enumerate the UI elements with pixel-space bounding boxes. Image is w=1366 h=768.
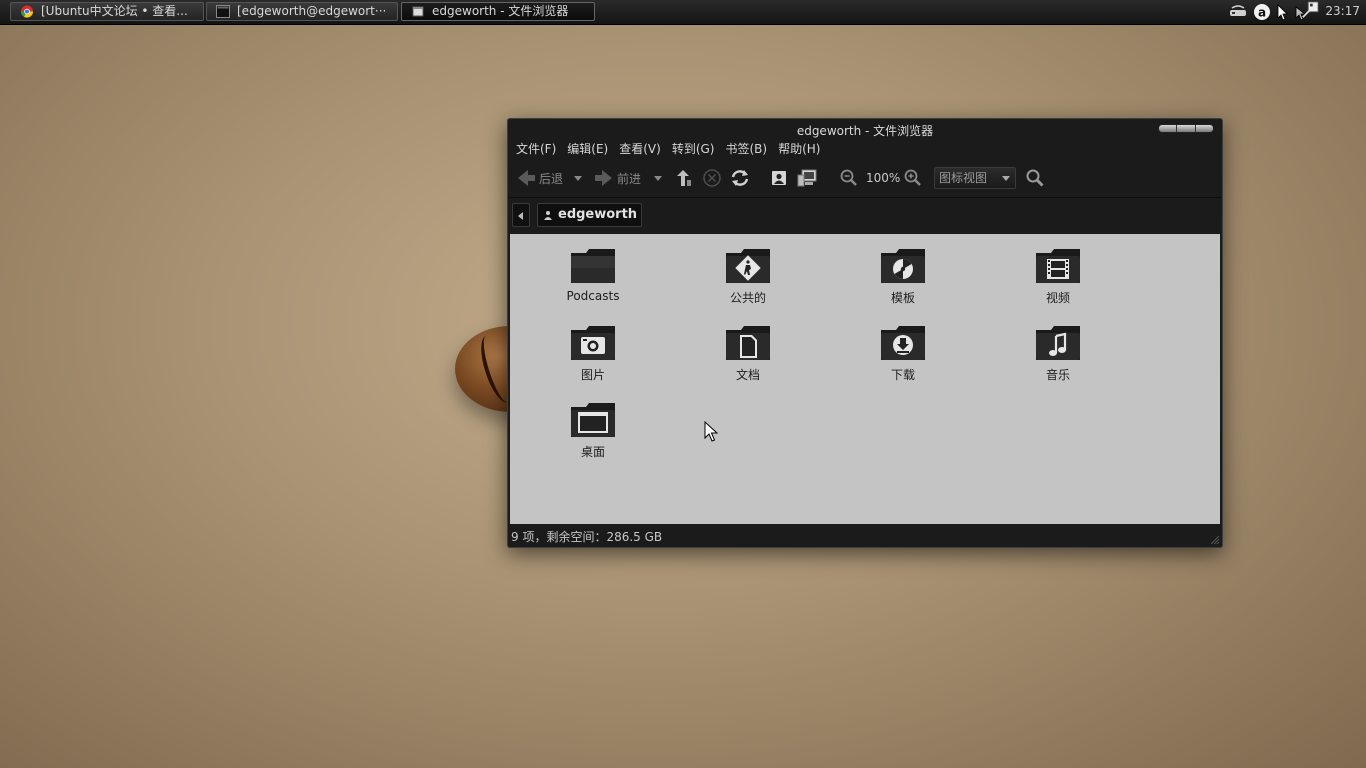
resize-grip-icon[interactable] (1208, 533, 1220, 545)
view-mode-label: 图标视图 (939, 171, 988, 185)
menu-go[interactable]: 转到(G) (668, 140, 719, 158)
terminal-icon (216, 5, 230, 18)
arrow-right-icon (595, 170, 612, 186)
window-title: edgeworth - 文件浏览器 (796, 124, 934, 138)
menu-bar: 文件(F) 编辑(E) 查看(V) 转到(G) 书签(B) 帮助(H) (512, 140, 827, 158)
forward-label: 前进 (617, 171, 642, 186)
folder-videos-icon (1036, 249, 1080, 283)
file-browser-window: edgeworth - 文件浏览器 文件(F) 编辑(E) 查看(V) 转到(G… (507, 118, 1223, 548)
folder-music-icon (1036, 326, 1080, 360)
forward-history-dropdown[interactable] (652, 163, 664, 193)
taskbar-label: [Ubuntu中文论坛 • 查看... (41, 4, 188, 18)
forward-button[interactable]: 前进 (594, 163, 641, 193)
breadcrumb-home[interactable]: edgeworth (537, 203, 643, 227)
stop-button[interactable] (702, 163, 722, 193)
folder-item[interactable]: 模板 (848, 247, 958, 306)
mouse-cursor-icon (704, 421, 718, 442)
chrome-icon (20, 5, 34, 18)
zoom-in-button[interactable] (903, 163, 923, 193)
search-button[interactable] (1025, 163, 1045, 193)
folder-item[interactable]: 视频 (1003, 247, 1113, 306)
network-icon[interactable] (1228, 3, 1248, 21)
taskbar-label: [edgeworth@edgewort··· (237, 4, 387, 18)
zoom-level[interactable]: 100% (866, 163, 900, 193)
arrow-left-icon (518, 170, 535, 186)
breadcrumb-label: edgeworth (558, 207, 638, 222)
folder-item[interactable]: 图片 (538, 324, 648, 383)
menu-view[interactable]: 查看(V) (615, 140, 665, 158)
folder-documents-icon (726, 326, 770, 360)
title-bar[interactable]: edgeworth - 文件浏览器 (508, 119, 1222, 141)
up-button[interactable] (674, 163, 694, 193)
computer-button[interactable] (797, 163, 819, 193)
path-scroll-left-button[interactable] (512, 203, 530, 227)
folder-item[interactable]: 公共的 (693, 247, 803, 306)
folder-templates-icon (881, 249, 925, 283)
close-button[interactable] (1196, 125, 1213, 132)
folder-icon (571, 249, 615, 283)
chevron-down-icon (574, 176, 582, 181)
back-label: 后退 (539, 171, 564, 186)
folder-name: 公共的 (729, 291, 766, 305)
up-icon (677, 170, 691, 186)
folder-public-icon (726, 249, 770, 283)
zoom-out-button[interactable] (839, 163, 859, 193)
screenshot-icon[interactable] (1300, 1, 1320, 19)
pointer-icon[interactable] (1275, 3, 1289, 21)
window-controls[interactable] (1158, 124, 1214, 133)
folder-item[interactable]: 音乐 (1003, 324, 1113, 383)
folder-name: 音乐 (1045, 368, 1070, 382)
zoom-out-icon (840, 169, 857, 186)
taskbar-label: edgeworth - 文件浏览器 (432, 4, 569, 18)
location-bar: edgeworth (508, 197, 1222, 234)
zoom-in-icon (904, 169, 921, 186)
folder-name: Podcasts (566, 289, 620, 303)
folder-item[interactable]: 桌面 (538, 401, 648, 460)
a-badge-icon[interactable]: a (1253, 3, 1271, 21)
folder-desktop-icon (571, 403, 615, 437)
file-view[interactable]: Podcasts 公共的 模板 视频 图片 文档 下载 音乐 桌面 (510, 234, 1220, 524)
view-mode-select[interactable]: 图标视图 (934, 167, 1016, 189)
folder-name: 文档 (735, 368, 760, 382)
menu-file[interactable]: 文件(F) (512, 140, 560, 158)
toolbar: 后退 前进 100% 图标视图 (508, 163, 1222, 193)
folder-item[interactable]: 下载 (848, 324, 958, 383)
home-button[interactable] (769, 163, 789, 193)
chevron-down-icon (654, 176, 662, 181)
top-panel: [Ubuntu中文论坛 • 查看... [edgeworth@edgewort·… (0, 0, 1366, 25)
menu-bookmarks[interactable]: 书签(B) (721, 140, 771, 158)
home-icon (772, 171, 786, 185)
minimize-button[interactable] (1159, 125, 1178, 132)
computer-icon (797, 169, 817, 187)
menu-help[interactable]: 帮助(H) (774, 140, 824, 158)
folder-item[interactable]: 文档 (693, 324, 803, 383)
reload-button[interactable] (729, 163, 751, 193)
svg-text:a: a (1258, 6, 1266, 20)
user-home-icon (544, 211, 552, 220)
search-icon (1026, 169, 1044, 187)
file-manager-icon (412, 6, 424, 17)
zoom-level-label: 100% (866, 171, 901, 185)
taskbar-button-terminal[interactable]: [edgeworth@edgewort··· (206, 2, 398, 21)
taskbar-button-file-manager[interactable]: edgeworth - 文件浏览器 (401, 2, 595, 21)
folder-name: 桌面 (580, 445, 605, 459)
folder-name: 视频 (1045, 291, 1070, 305)
folder-name: 下载 (890, 368, 915, 382)
back-button[interactable]: 后退 (516, 163, 563, 193)
folder-name: 模板 (890, 291, 915, 305)
folder-pictures-icon (571, 326, 615, 360)
stop-icon (703, 169, 721, 187)
menu-edit[interactable]: 编辑(E) (563, 140, 612, 158)
taskbar-button-browser[interactable]: [Ubuntu中文论坛 • 查看... (10, 2, 204, 21)
maximize-button[interactable] (1177, 125, 1196, 132)
clock[interactable]: 23:17 (1325, 4, 1360, 18)
status-bar: 9 项，剩余空间：286.5 GB (511, 530, 663, 544)
back-history-dropdown[interactable] (572, 163, 584, 193)
folder-downloads-icon (881, 326, 925, 360)
chevron-down-icon (1002, 176, 1010, 181)
folder-name: 图片 (580, 368, 605, 382)
folder-item[interactable]: Podcasts (538, 247, 648, 303)
reload-icon (731, 170, 749, 186)
